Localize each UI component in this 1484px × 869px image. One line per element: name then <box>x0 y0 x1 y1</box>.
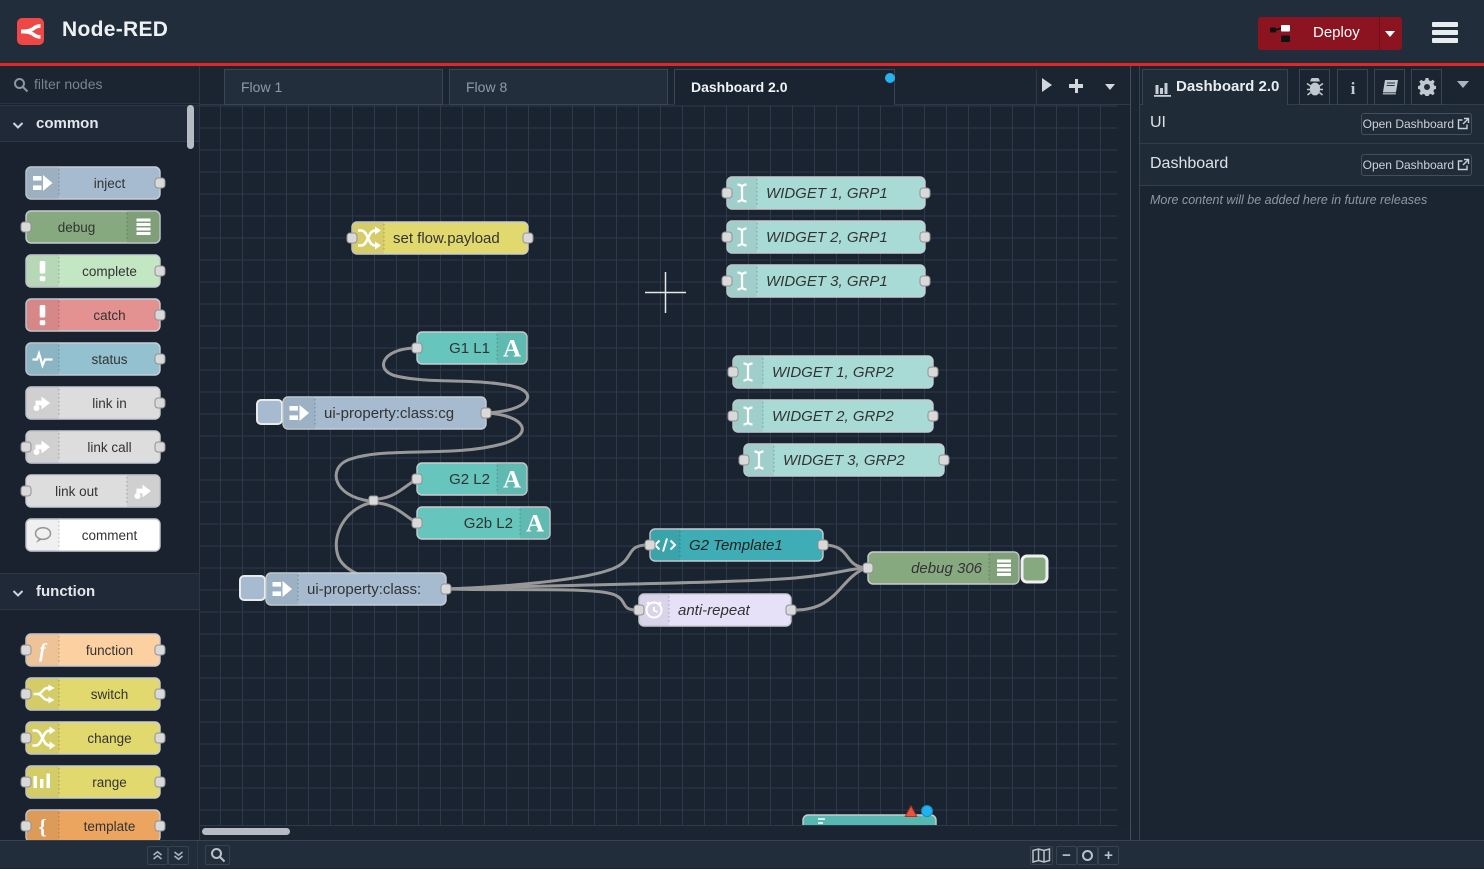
svg-text:link out: link out <box>55 484 98 499</box>
svg-text:G1 L1: G1 L1 <box>449 340 490 357</box>
svg-text:comment: comment <box>82 528 138 543</box>
svg-text:A: A <box>503 467 521 494</box>
svg-text:{: { <box>38 815 46 839</box>
svg-text:status: status <box>91 352 127 367</box>
svg-text:WIDGET 3, GRP2: WIDGET 3, GRP2 <box>783 452 905 469</box>
svg-text:ui-property:class:cg: ui-property:class:cg <box>324 405 454 422</box>
svg-text:complete: complete <box>82 264 137 279</box>
svg-text:catch: catch <box>93 308 125 323</box>
svg-text:link in: link in <box>92 396 127 411</box>
svg-text:A: A <box>503 336 521 363</box>
svg-text:debug: debug <box>58 220 96 235</box>
svg-text:G2 Template1: G2 Template1 <box>689 537 783 554</box>
svg-text:A: A <box>526 511 544 538</box>
svg-text:debug 306: debug 306 <box>911 560 983 577</box>
svg-text:WIDGET 3, GRP1: WIDGET 3, GRP1 <box>766 273 888 290</box>
svg-text:link call: link call <box>87 440 131 455</box>
svg-text:template: template <box>84 819 136 834</box>
svg-text:i: i <box>1351 79 1356 97</box>
svg-text:set flow.payload: set flow.payload <box>393 230 500 247</box>
svg-text:ui-property:class:: ui-property:class: <box>307 581 421 598</box>
svg-text:change: change <box>87 731 131 746</box>
svg-text:inject: inject <box>94 176 126 191</box>
svg-text:WIDGET 2, GRP2: WIDGET 2, GRP2 <box>772 408 894 425</box>
svg-text:function: function <box>86 643 133 658</box>
svg-text:switch: switch <box>91 687 129 702</box>
svg-text:G2 L2: G2 L2 <box>449 471 490 488</box>
svg-text:WIDGET 1, GRP1: WIDGET 1, GRP1 <box>766 185 888 202</box>
svg-text:G2b L2: G2b L2 <box>464 515 513 532</box>
svg-text:range: range <box>92 775 127 790</box>
svg-text:WIDGET 1, GRP2: WIDGET 1, GRP2 <box>772 364 894 381</box>
svg-text:WIDGET 2, GRP1: WIDGET 2, GRP1 <box>766 229 888 246</box>
svg-text:anti-repeat: anti-repeat <box>678 602 751 619</box>
